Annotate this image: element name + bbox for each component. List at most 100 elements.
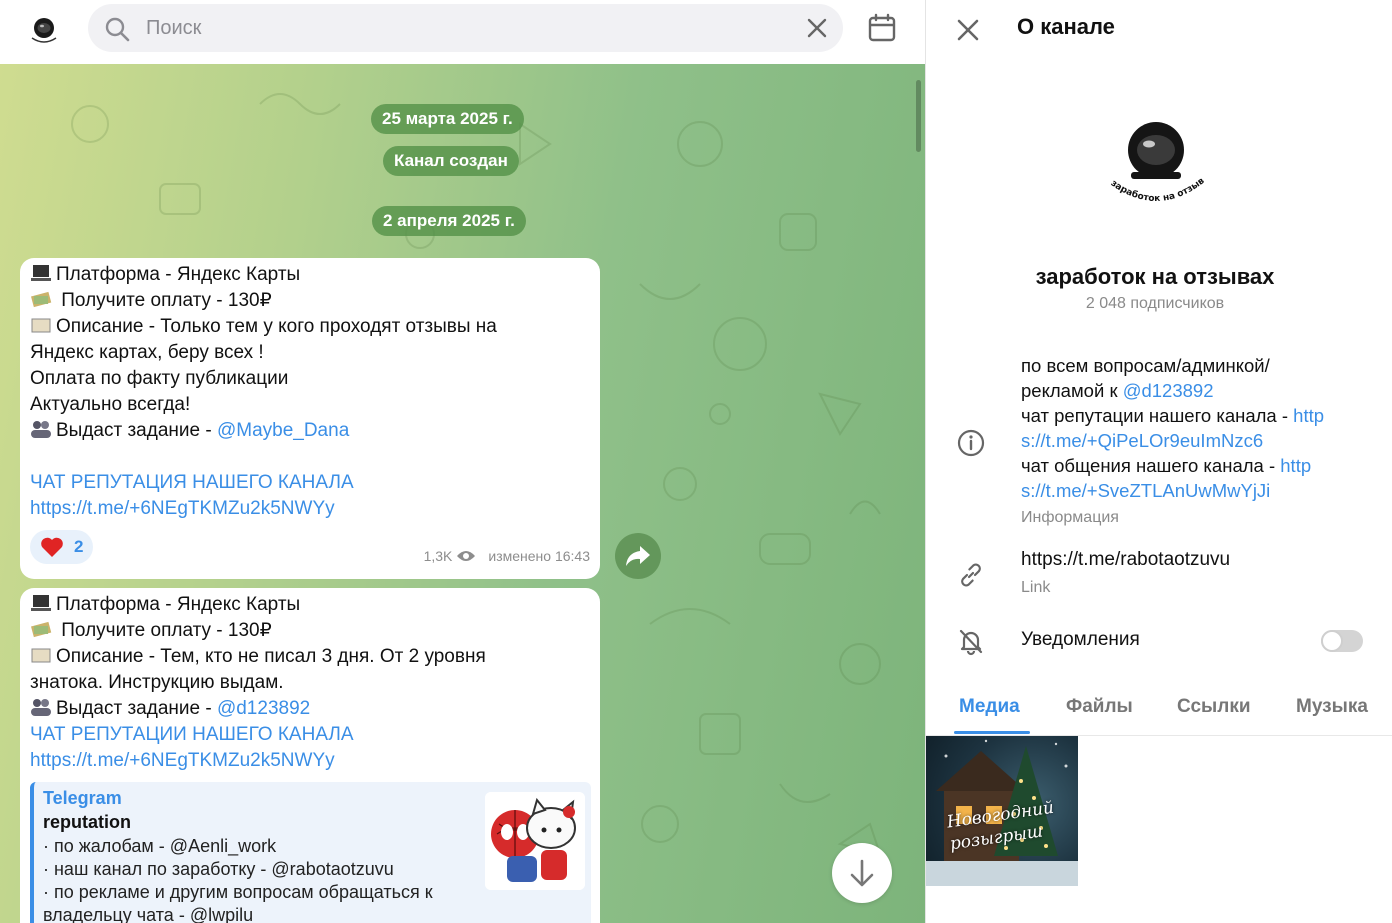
search-input[interactable]: [146, 4, 786, 52]
scroll-icon: [31, 648, 51, 663]
description-text: рекламой к: [1021, 380, 1123, 401]
toggle-knob: [1321, 630, 1343, 652]
post-line: Выдаст задание - @Maybe_Dana: [30, 418, 590, 444]
people-icon: [31, 699, 51, 716]
top-bar: [0, 0, 925, 64]
close-icon[interactable]: [805, 16, 829, 40]
chat-reputation-link[interactable]: ЧАТ РЕПУТАЦИИ НАШЕГО КАНАЛА: [30, 722, 590, 748]
money-icon: [31, 621, 52, 638]
media-item[interactable]: Новогодний розыгрыш: [926, 736, 1078, 886]
arrow-down-icon: [850, 859, 874, 887]
bell-off-icon: [959, 629, 983, 656]
link-icon: [961, 563, 981, 587]
date-pill: 25 марта 2025 г.: [371, 104, 524, 134]
heart-icon: [41, 537, 63, 557]
invite-link[interactable]: https://t.me/+6NEgTKMZu2k5NWYy: [30, 496, 590, 522]
channel-name: заработок на отзывах: [1035, 264, 1275, 289]
subscriber-count: 2 048 подписчиков: [1085, 295, 1225, 312]
channel-post[interactable]: Платформа - Яндекс Карты Получите оплату…: [20, 588, 600, 923]
info-icon: [957, 429, 985, 457]
reputation-chat-link[interactable]: s://t.me/+QiPeLOr9euImNzc6: [1021, 428, 1366, 453]
post-line: Получите оплату - 130₽: [30, 288, 590, 314]
share-button[interactable]: [615, 533, 661, 579]
laptop-icon: [31, 595, 51, 611]
laptop-icon: [31, 265, 51, 281]
edited-time: изменено 16:43: [488, 548, 590, 564]
channel-info-panel: О канале заработок на отзывах заработок …: [925, 0, 1392, 923]
reputation-chat-link[interactable]: http: [1293, 405, 1324, 426]
link-preview[interactable]: Telegram reputation · по жалобам - @Aenl…: [30, 782, 591, 923]
description-text: чат общения нашего канала -: [1021, 455, 1281, 476]
description-line: чат репутации нашего канала - http: [1021, 403, 1366, 428]
post-line: Получите оплату - 130₽: [30, 618, 590, 644]
mention-link[interactable]: @Maybe_Dana: [217, 420, 349, 441]
telegram-window: 25 марта 2025 г. Канал создан 2 апреля 2…: [0, 0, 1392, 923]
money-icon: [31, 291, 52, 308]
post-line: Оплата по факту публикации: [30, 368, 289, 389]
scroll-down-button[interactable]: [832, 843, 892, 903]
invite-link[interactable]: https://t.me/+6NEgTKMZu2k5NWYy: [30, 748, 590, 774]
eye-icon: [457, 551, 476, 561]
post-line: Актуально всегда!: [30, 394, 191, 415]
view-count: 1,3K: [423, 548, 453, 564]
discussion-chat-link[interactable]: http: [1280, 455, 1311, 476]
media-tabs: Медиа Файлы Ссылки Музыка: [926, 686, 1392, 736]
astronaut-logo-icon: [31, 18, 57, 43]
tab-music[interactable]: Музыка: [1296, 696, 1368, 718]
post-text: Платформа - Яндекс Карты: [56, 594, 301, 615]
channel-post[interactable]: Платформа - Яндекс Карты Получите оплату…: [20, 258, 600, 579]
description-line: рекламой к @d123892: [1021, 378, 1366, 403]
post-text: Выдаст задание -: [56, 420, 217, 441]
post-text: Описание - Тем, кто не писал 3 дня. От 2…: [56, 646, 486, 667]
description-text: чат репутации нашего канала -: [1021, 405, 1294, 426]
share-arrow-icon: [626, 546, 650, 566]
discussion-chat-link[interactable]: s://t.me/+SveZTLAnUwMwYjJi: [1021, 478, 1366, 503]
post-text: Платформа - Яндекс Карты: [56, 264, 301, 285]
post-text: Получите оплату - 130₽: [56, 290, 272, 311]
notifications-toggle[interactable]: [1321, 630, 1363, 652]
tab-links[interactable]: Ссылки: [1177, 696, 1251, 718]
active-tab-indicator: [954, 731, 1030, 734]
mention-link[interactable]: @d123892: [1123, 380, 1214, 401]
post-line: Описание - Только тем у кого проходят от…: [30, 314, 590, 340]
channel-link[interactable]: https://t.me/rabotaotzuvu: [1021, 549, 1230, 571]
post-text: Получите оплату - 130₽: [56, 620, 272, 641]
scrollbar[interactable]: [916, 80, 921, 152]
info-caption: Информация: [1021, 509, 1119, 526]
channel-description: по всем вопросам/админкой/ рекламой к @d…: [1021, 353, 1366, 503]
post-text: Описание - Только тем у кого проходят от…: [56, 316, 497, 337]
panel-title: О канале: [1017, 14, 1115, 39]
post-meta: 1,3K изменено 16:43: [424, 543, 590, 569]
description-line: чат общения нашего канала - http: [1021, 453, 1366, 478]
chat-column: 25 марта 2025 г. Канал создан 2 апреля 2…: [0, 0, 925, 923]
link-caption: Link: [1021, 579, 1051, 596]
reaction-heart[interactable]: 2: [30, 530, 94, 564]
channel-logo-image[interactable]: заработок на отзывах: [1091, 110, 1221, 220]
close-icon[interactable]: [954, 16, 982, 44]
preview-line: владельцу чата - @lwpilu: [43, 905, 254, 923]
post-line: Платформа - Яндекс Карты: [30, 262, 590, 288]
mention-link[interactable]: @d123892: [217, 698, 310, 719]
channel-avatar-button[interactable]: [22, 8, 66, 52]
service-message: Канал создан: [383, 146, 519, 176]
reaction-count: 2: [74, 537, 84, 556]
post-line: знатока. Инструкцию выдам.: [30, 672, 284, 693]
people-icon: [31, 421, 51, 438]
post-line: Платформа - Яндекс Карты: [30, 592, 590, 618]
post-line: Описание - Тем, кто не писал 3 дня. От 2…: [30, 644, 590, 670]
calendar-icon[interactable]: [866, 12, 898, 44]
tab-media[interactable]: Медиа: [959, 696, 1020, 718]
notifications-label: Уведомления: [1021, 629, 1140, 650]
chat-reputation-link[interactable]: ЧАТ РЕПУТАЦИЯ НАШЕГО КАНАЛА: [30, 470, 590, 496]
scroll-icon: [31, 318, 51, 333]
search-bar: [88, 4, 843, 52]
search-icon: [105, 17, 130, 42]
post-line: Яндекс картах, беру всех !: [30, 342, 264, 363]
post-line: Выдаст задание - @d123892: [30, 696, 590, 722]
tab-files[interactable]: Файлы: [1066, 696, 1133, 718]
description-line: по всем вопросам/админкой/: [1021, 355, 1270, 376]
date-pill: 2 апреля 2025 г.: [372, 206, 526, 236]
post-text: Выдаст задание -: [56, 698, 217, 719]
preview-thumbnail-image: [485, 792, 585, 890]
